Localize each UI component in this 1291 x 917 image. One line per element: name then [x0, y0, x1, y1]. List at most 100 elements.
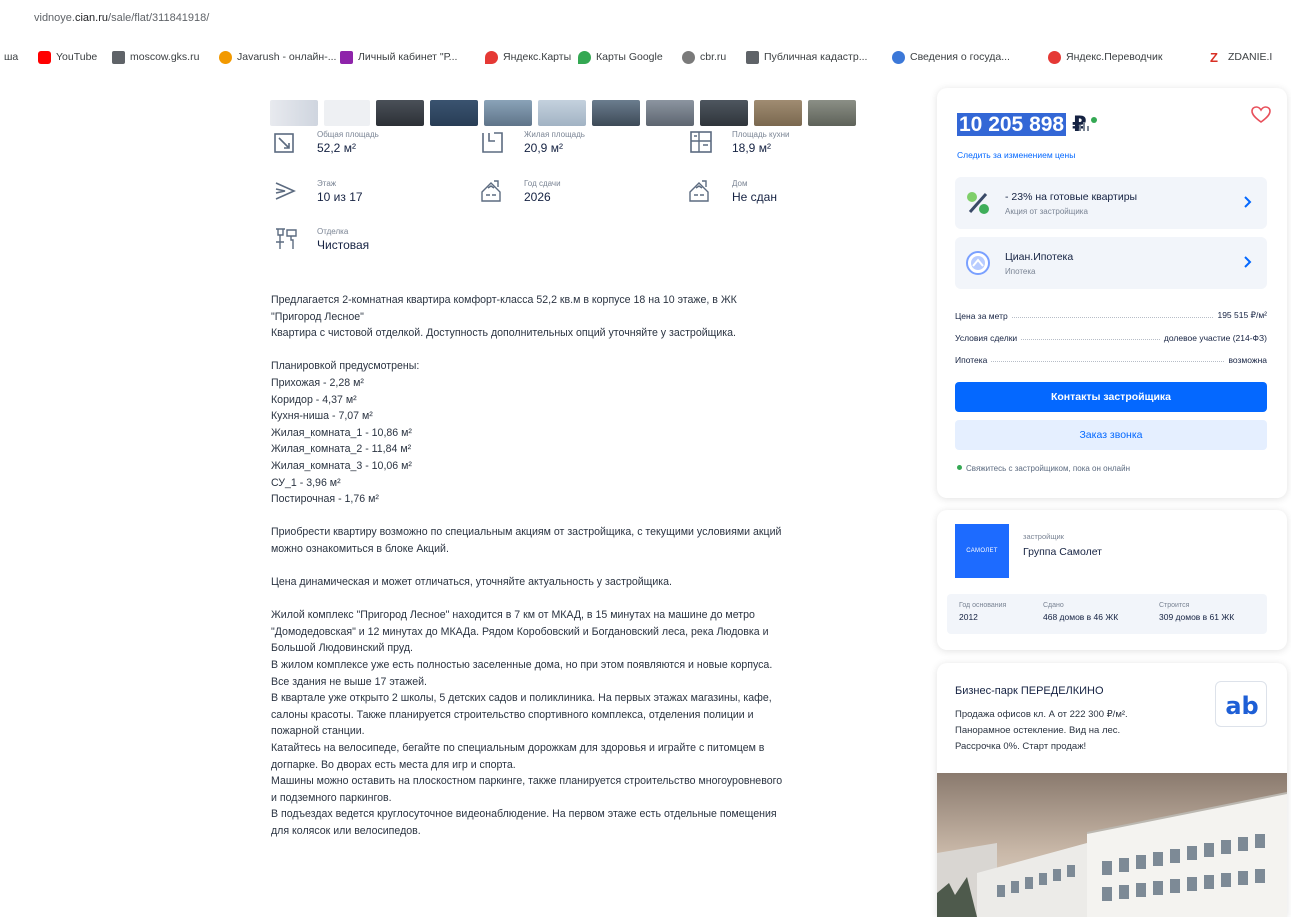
svg-text:ab: ab	[1225, 692, 1258, 720]
callback-button[interactable]: Заказ звонка	[955, 420, 1267, 450]
gallery-thumb[interactable]	[808, 100, 856, 126]
description-line: Квартира с чистовой отделкой. Доступност…	[271, 327, 736, 340]
description-line: для колясок или велосипедов.	[271, 825, 421, 837]
gallery-thumb[interactable]	[324, 100, 370, 126]
description-line: и подземного паркингов.	[271, 791, 392, 804]
bookmark-cadastr[interactable]: Публичная кадастр...	[746, 49, 867, 65]
description-line: можно ознакомиться в блоке Акций.	[271, 542, 449, 555]
online-dot-icon	[957, 465, 962, 470]
description-line: салоны красоты. Также планируется строит…	[271, 708, 754, 721]
bookmark-javarush[interactable]: Javarush - онлайн-...	[219, 49, 336, 65]
description-line: Кухня-ниша - 7,07 м²	[271, 410, 373, 423]
promo-mortgage[interactable]: Циан.Ипотека Ипотека	[955, 237, 1267, 289]
bookmark-zdanie[interactable]: Z ZDANIE.I	[1210, 49, 1272, 65]
online-note: Свяжитесь с застройщиком, пока он онлайн	[957, 464, 1130, 473]
description-line: Жилой комплекс "Пригород Лесное" находит…	[271, 609, 755, 622]
description-line: Большой Людовинский пруд.	[271, 642, 413, 655]
description-line: "Пригород Лесное"	[271, 310, 364, 323]
developer-stat-completed: Сдано 468 домов в 46 ЖК	[1043, 602, 1119, 622]
bookmark-yandex-maps[interactable]: Яндекс.Карты	[485, 49, 571, 65]
bookmark-cbr[interactable]: cbr.ru	[682, 49, 726, 65]
description-line: догпарке. Во дворах есть места для игр и…	[271, 758, 516, 771]
description-line: В подъездах ведется круглосуточное видео…	[271, 808, 777, 821]
bookmarks-bar: ша YouTube moscow.gks.ru Javarush - онла…	[0, 38, 1291, 76]
info-row-mortgage: Ипотека возможна	[955, 355, 1267, 365]
description-line: Катайтесь на велосипеде, бегайте по спец…	[271, 742, 765, 755]
developer-logo: САМОЛЕТ	[955, 524, 1009, 578]
gallery-thumb[interactable]	[646, 100, 694, 126]
gallery-thumb[interactable]	[700, 100, 748, 126]
percent-icon	[967, 192, 989, 214]
track-price-link[interactable]: Следить за изменением цены	[957, 150, 1075, 160]
gallery-thumb[interactable]	[430, 100, 478, 126]
bookmark-google-maps[interactable]: Карты Google	[578, 49, 663, 65]
gallery-thumb[interactable]	[376, 100, 424, 126]
description-line: Все здания не выше 17 этажей.	[271, 675, 427, 688]
developer-stats: Год основания 2012 Сдано 468 домов в 46 ЖК…	[947, 594, 1267, 634]
price-history-icon[interactable]	[1077, 116, 1099, 132]
chevron-right-icon	[1244, 256, 1252, 268]
gallery-thumb[interactable]	[484, 100, 532, 126]
info-row-price-per-meter: Цена за метр 195 515 ₽/м²	[955, 310, 1267, 321]
building-icon	[481, 180, 501, 202]
living-area-icon	[482, 132, 503, 153]
description-line: Коридор - 4,37 м²	[271, 393, 357, 406]
developer-role: застройщик	[1023, 532, 1064, 541]
mortgage-icon	[966, 251, 990, 275]
pin-icon	[485, 50, 498, 64]
bookmark-gos[interactable]: Сведения о госуда...	[892, 49, 1010, 65]
area-icon	[274, 133, 294, 153]
description-line: Машины можно оставить на плоскостном пар…	[271, 775, 783, 788]
description-line: Жилая_комната_2 - 11,84 м²	[271, 443, 412, 456]
feature-finish: Отделка Чистовая	[273, 226, 369, 253]
bookmark-lk[interactable]: Личный кабинет "Р...	[340, 49, 457, 65]
doc-icon	[112, 50, 125, 64]
gallery-thumb[interactable]	[754, 100, 802, 126]
bookmark-youtube[interactable]: YouTube	[38, 49, 97, 65]
address-bar[interactable]: vidnoye.cian.ru/sale/flat/311841918/	[0, 0, 1291, 38]
feature-living-area: Жилая площадь 20,9 м²	[480, 129, 585, 156]
ad-building-image	[937, 773, 1287, 917]
description-line: пожарной станции.	[271, 725, 365, 738]
developer-card[interactable]: САМОЛЕТ застройщик Группа Самолет Год ос…	[937, 510, 1287, 650]
bookmark-translate[interactable]: Яндекс.Переводчик	[1048, 49, 1162, 65]
info-row-deal-conditions: Условия сделки долевое участие (214-ФЗ)	[955, 333, 1267, 343]
developer-stat-founded: Год основания 2012	[959, 602, 1007, 622]
javarush-icon	[219, 50, 232, 64]
description-line: Постирочная - 1,76 м²	[271, 493, 379, 506]
promo-discount[interactable]: - 23% на готовые квартиры Акция от застр…	[955, 177, 1267, 229]
stairs-icon	[275, 182, 296, 200]
description-line: СУ_1 - 3,96 м²	[271, 476, 341, 489]
pin-icon	[578, 50, 591, 64]
bookmark-partial[interactable]: ша	[4, 49, 18, 65]
bookmark-moscow-gks[interactable]: moscow.gks.ru	[112, 49, 199, 65]
bank-icon	[682, 50, 695, 64]
price-card: 10 205 898 ₽ Следить за изменением цены …	[937, 88, 1287, 498]
contacts-button[interactable]: Контакты застройщика	[955, 382, 1267, 412]
gallery-thumb[interactable]	[592, 100, 640, 126]
gallery-thumb[interactable]	[270, 100, 318, 126]
description-line: Планировкой предусмотрены:	[271, 360, 420, 373]
kitchen-icon	[690, 131, 712, 153]
chevron-right-icon	[1244, 196, 1252, 208]
feature-year: Год сдачи 2026	[480, 178, 561, 205]
description-line: В жилом комплексе уже есть полностью зас…	[271, 659, 773, 672]
ad-banner[interactable]: Бизнес-парк ПЕРЕДЕЛКИНО Продажа офисов к…	[937, 663, 1287, 917]
gallery-thumb[interactable]	[538, 100, 586, 126]
feature-house: Дом Не сдан	[688, 178, 777, 205]
price: 10 205 898 ₽	[957, 113, 1087, 136]
description-line: Жилая_комната_1 - 10,86 м²	[271, 426, 412, 439]
url-text[interactable]: vidnoye.cian.ru/sale/flat/311841918/	[34, 12, 209, 24]
favorite-heart-icon[interactable]	[1251, 106, 1271, 124]
description-line: Цена динамическая и может отличаться, ут…	[271, 576, 672, 589]
developer-name[interactable]: Группа Самолет	[1023, 546, 1102, 558]
ad-title: Бизнес-парк ПЕРЕДЕЛКИНО	[955, 685, 1104, 697]
ad-logo: ab	[1215, 681, 1267, 727]
developer-stat-building: Строится 309 домов в 61 ЖК	[1159, 602, 1235, 622]
ab-logo-icon: ab	[1225, 692, 1258, 720]
feature-floor: Этаж 10 из 17	[273, 178, 363, 205]
